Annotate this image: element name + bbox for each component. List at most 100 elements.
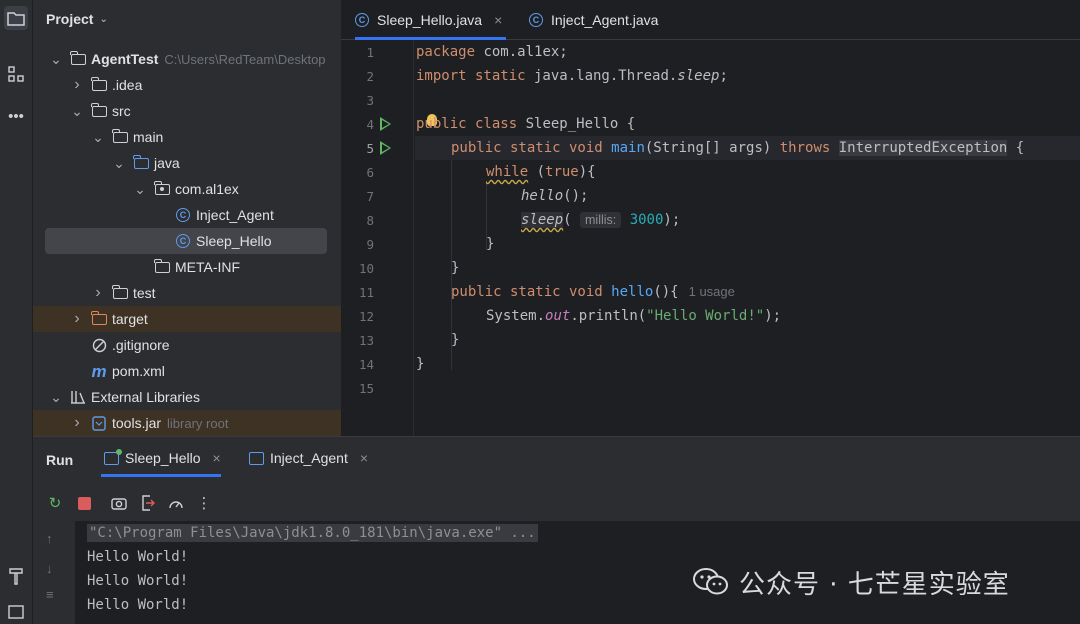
tree-item[interactable]: ⌄ com.al1ex (33, 176, 341, 202)
project-panel: Project ⌄ ⌄ AgentTest C:\Users\RedTeam\Des… (33, 0, 341, 436)
tree-item[interactable]: ⌄ main (33, 124, 341, 150)
tree-item[interactable]: ⌄ java (33, 150, 341, 176)
stop-icon[interactable] (75, 494, 93, 512)
more-options-icon[interactable]: ⋮ (195, 494, 213, 512)
tree-item-label: pom.xml (112, 363, 165, 379)
run-tab-label: Sleep_Hello (125, 450, 201, 466)
code-line-10: } (451, 260, 460, 276)
tree-item[interactable]: C Sleep_Hello (45, 228, 327, 254)
project-folder-icon[interactable] (4, 6, 28, 30)
chevron-right-icon[interactable]: › (91, 284, 105, 302)
chevron-right-icon[interactable]: › (70, 76, 84, 94)
excluded-folder-icon (90, 310, 108, 327)
line-number: 5 (366, 141, 374, 156)
tree-item-label: main (133, 129, 164, 145)
arrow-up-icon[interactable]: ↑ (46, 531, 53, 546)
run-class-icon[interactable] (380, 117, 391, 131)
tree-item[interactable]: › test (33, 280, 341, 306)
line-number: 15 (358, 381, 374, 396)
tree-item[interactable]: ⌄ AgentTest C:\Users\RedTeam\Desktop (33, 46, 341, 72)
coverage-gauge-icon[interactable] (167, 494, 185, 512)
code-line-7: hello(); (521, 188, 589, 204)
line-number: 13 (358, 333, 374, 348)
line-number: 4 (366, 117, 374, 132)
tree-item-label: tools.jar (112, 415, 162, 431)
project-title: Project (46, 11, 94, 27)
line-number: 10 (358, 261, 374, 276)
chevron-down-icon[interactable]: ⌄ (70, 103, 84, 120)
code-line-9: } (486, 236, 495, 252)
tree-item-label: src (112, 103, 131, 119)
code-line-14: } (416, 356, 425, 372)
run-header: Run Sleep_Hello × Inject_Agent × (33, 437, 1080, 483)
run-tab-sleep-hello[interactable]: Sleep_Hello × (101, 448, 221, 477)
maven-icon: m (91, 361, 107, 381)
chevron-down-icon[interactable]: ⌄ (133, 181, 147, 198)
console-gutter: ↑ ↓ ≡ (33, 521, 75, 624)
chevron-down-icon: ⌄ (99, 13, 108, 25)
close-icon[interactable]: × (213, 450, 221, 466)
rerun-icon[interactable]: ↻ (46, 494, 64, 512)
line-number: 2 (366, 69, 374, 84)
close-icon[interactable]: × (494, 12, 502, 28)
java-class-icon: C (355, 13, 369, 27)
run-tab-inject-agent[interactable]: Inject_Agent × (249, 450, 368, 466)
console-line: Hello World! (87, 549, 189, 565)
tree-item-label: External Libraries (91, 389, 200, 405)
run-main-icon[interactable] (380, 141, 391, 155)
run-config-icon (104, 448, 122, 465)
terminal-icon[interactable] (4, 600, 28, 624)
libraries-icon (69, 389, 87, 405)
java-class-icon: C (174, 207, 192, 223)
tree-item-label: Inject_Agent (196, 207, 274, 223)
tree-item[interactable]: C Inject_Agent (33, 202, 341, 228)
chevron-right-icon[interactable]: › (70, 310, 84, 328)
code-line-11: public static void hello(){1 usage (451, 284, 735, 300)
code-editor[interactable]: 1 2 3 4 5 6 7 8 9 10 11 12 13 14 15 package com.al1ex;… (341, 40, 1080, 436)
wechat-icon (693, 567, 729, 597)
project-panel-header[interactable]: Project ⌄ (33, 0, 341, 38)
line-number: 9 (366, 237, 374, 252)
soft-wrap-icon[interactable]: ≡ (46, 587, 54, 602)
tree-item[interactable]: › tools.jar library root (33, 410, 341, 436)
tree-item[interactable]: ⌄ src (33, 98, 341, 124)
chevron-down-icon[interactable]: ⌄ (91, 129, 105, 146)
build-hammer-icon[interactable] (4, 564, 28, 588)
tree-item[interactable]: › .idea (33, 72, 341, 98)
tree-item-label: com.al1ex (175, 181, 239, 197)
tab-sleep-hello[interactable]: C Sleep_Hello.java × (355, 0, 507, 40)
line-number: 12 (358, 309, 374, 324)
structure-icon[interactable] (4, 62, 28, 86)
watermark: 公众号 · 七芒星实验室 (693, 562, 1010, 602)
tree-item[interactable]: META-INF (33, 254, 341, 280)
package-icon (153, 180, 171, 197)
exit-icon[interactable] (139, 494, 157, 512)
line-number: 11 (358, 285, 374, 300)
tab-inject-agent[interactable]: C Inject_Agent.java (529, 0, 658, 40)
close-icon[interactable]: × (360, 450, 368, 466)
camera-icon[interactable] (110, 494, 128, 512)
run-title: Run (46, 452, 74, 468)
tool-window-strip: ••• (0, 0, 33, 624)
chevron-down-icon[interactable]: ⌄ (112, 155, 126, 172)
tree-item[interactable]: .gitignore (33, 332, 341, 358)
parameter-hint: millis: (580, 212, 622, 228)
folder-icon (90, 76, 108, 93)
more-tools-icon[interactable]: ••• (4, 104, 28, 128)
editor-tab-bar: C Sleep_Hello.java × C Inject_Agent.java (341, 0, 1080, 40)
code-line-8: sleep( millis: 3000); (521, 212, 681, 228)
chevron-down-icon[interactable]: ⌄ (49, 389, 63, 406)
chevron-right-icon[interactable]: › (70, 414, 84, 432)
tree-item-label: java (154, 155, 180, 171)
chevron-down-icon[interactable]: ⌄ (49, 51, 63, 68)
code-line-5: public static void main(String[] args) t… (451, 140, 1025, 156)
tree-item-label: AgentTest (91, 51, 159, 67)
tree-item[interactable]: ⌄ External Libraries (33, 384, 341, 410)
console-line: Hello World! (87, 573, 189, 589)
arrow-down-icon[interactable]: ↓ (46, 561, 53, 576)
tree-item[interactable]: › target (33, 306, 341, 332)
tree-item[interactable]: m pom.xml (33, 358, 341, 384)
tab-label: Sleep_Hello.java (377, 12, 483, 28)
usage-hint: 1 usage (688, 284, 735, 299)
tab-label: Inject_Agent.java (551, 12, 659, 28)
